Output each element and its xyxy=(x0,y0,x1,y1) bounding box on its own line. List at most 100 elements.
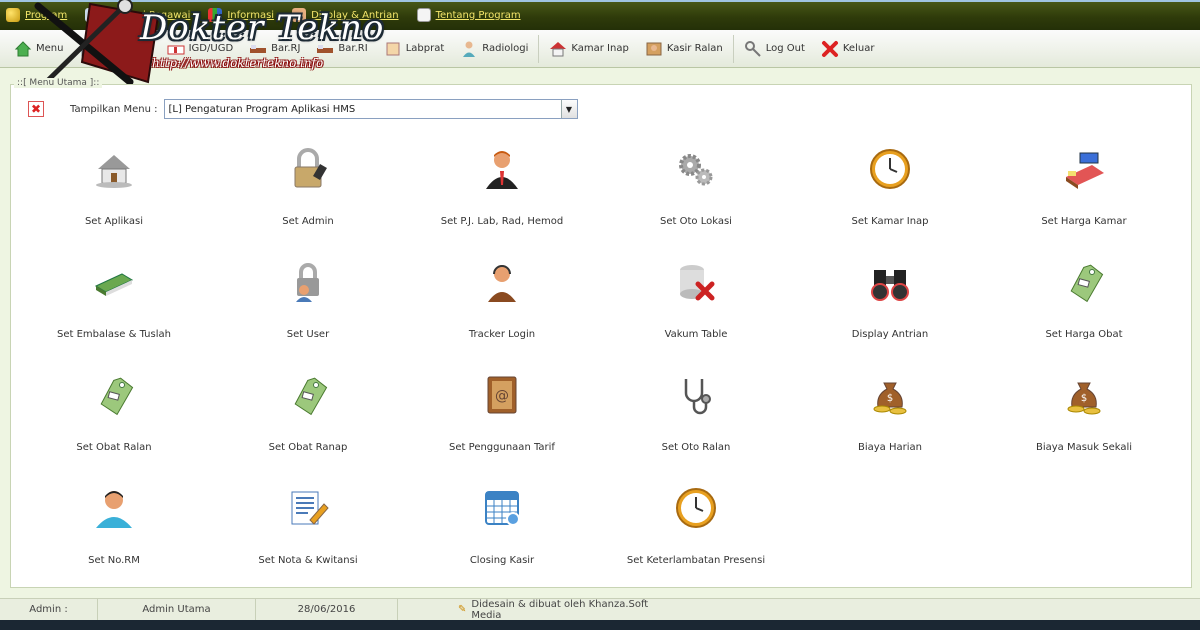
house-icon xyxy=(550,41,567,56)
toolbar-radiologi-button[interactable]: Radiologi xyxy=(452,34,536,64)
menu-item[interactable]: $ Biaya Masuk Sekali xyxy=(987,366,1181,479)
menu-item-label: Display Antrian xyxy=(851,329,929,340)
toolbar-separator xyxy=(538,34,540,63)
money-bag-icon: $ xyxy=(867,372,913,418)
menu-select-label: Tampilkan Menu : xyxy=(70,103,158,115)
menu-item-label: Set User xyxy=(286,329,330,340)
menu-item[interactable]: Set Keterlambatan Presensi xyxy=(599,479,793,592)
calendar-icon xyxy=(479,485,525,531)
binoculars-icon xyxy=(867,259,913,305)
clock-icon xyxy=(673,485,719,531)
bed-icon xyxy=(250,44,267,53)
toolbar-igd-label: IGD/UGD xyxy=(188,43,234,54)
toolbar-logout-button[interactable]: Log Out xyxy=(736,34,813,64)
menu-item-label: Set Penggunaan Tarif xyxy=(449,442,555,453)
menu-item[interactable]: Set Embalase & Tuslah xyxy=(17,253,211,366)
toolbar-bari-button[interactable]: Bar.RI xyxy=(308,34,375,64)
money-bag-icon: $ xyxy=(1061,372,1107,418)
money-icon xyxy=(91,259,137,305)
menu-item-label: Set Oto Lokasi xyxy=(660,216,732,227)
menu-tentang[interactable]: Tentang Program xyxy=(416,8,521,22)
operator-icon xyxy=(479,259,525,305)
toolbar-labprat-label: Labprat xyxy=(405,43,445,54)
menu-item[interactable]: Set User xyxy=(211,253,405,366)
menu-item-label: Tracker Login xyxy=(468,329,536,340)
menu-informasi-label: Informasi xyxy=(227,9,275,21)
toolbar-bari-label: Bar.RI xyxy=(338,43,368,54)
group-icon xyxy=(292,8,307,22)
menu-item[interactable]: Display Antrian xyxy=(793,253,987,366)
toolbar-kamar-inap-label: Kamar Inap xyxy=(571,43,629,54)
toolbar-kamar-inap-button[interactable]: Kamar Inap xyxy=(541,34,636,64)
menu-item[interactable]: Set Obat Ralan xyxy=(17,366,211,479)
toolbar-kasir-ralan-label: Kasir Ralan xyxy=(666,43,723,54)
price-tag-icon xyxy=(91,372,137,418)
close-x-icon: ✖ xyxy=(30,102,42,116)
gears-icon xyxy=(673,146,719,192)
menu-item[interactable]: Set Oto Ralan xyxy=(599,366,793,479)
toolbar-barj-label: Bar.RJ xyxy=(271,43,301,54)
toolbar-menu-label: Menu xyxy=(36,43,64,54)
svg-text:@: @ xyxy=(495,388,509,404)
toolbar-igd-button[interactable]: IGD/UGD xyxy=(159,34,242,64)
register-icon xyxy=(81,41,95,56)
user-icon xyxy=(91,485,137,531)
menu-item[interactable]: Set Aplikasi xyxy=(17,140,211,253)
toolbar-labprat-button[interactable]: Labprat xyxy=(376,34,453,64)
status-date: 28/06/2016 xyxy=(256,598,398,621)
menu-item-label: Set Keterlambatan Presensi xyxy=(626,555,766,566)
menu-item-label: Set Oto Ralan xyxy=(661,442,731,453)
menu-select-dropdown[interactable]: [L] Pengaturan Program Aplikasi HMS ▼ xyxy=(163,99,578,119)
menu-display-antrian[interactable]: Display & Antrian xyxy=(292,8,399,22)
menu-item-label: Set Obat Ralan xyxy=(76,442,152,453)
pencil-icon: ✎ xyxy=(458,604,467,615)
menu-item[interactable]: Set Kamar Inap xyxy=(793,140,987,253)
menu-informasi[interactable]: Informasi xyxy=(208,8,274,22)
lab-icon xyxy=(386,42,400,55)
menu-item-label: Set Aplikasi xyxy=(84,216,144,227)
menu-presensi[interactable]: Presensi Pegawai xyxy=(85,8,190,22)
toolbar-kasir-ralan-button[interactable]: Kasir Ralan xyxy=(637,34,731,64)
toolbar-logout-label: Log Out xyxy=(765,43,805,54)
toolbar-barj-button[interactable]: Bar.RJ xyxy=(241,34,308,64)
chevron-down-icon[interactable]: ▼ xyxy=(560,100,577,118)
clock-icon xyxy=(867,146,913,192)
menu-item[interactable]: $ Biaya Harian xyxy=(793,366,987,479)
menu-item[interactable]: Closing Kasir xyxy=(405,479,599,592)
close-panel-button[interactable]: ✖ xyxy=(28,101,44,117)
price-tag-icon xyxy=(285,372,331,418)
toolbar-keluar-button[interactable]: Keluar xyxy=(813,34,883,64)
menu-item[interactable]: Set Admin xyxy=(211,140,405,253)
toolbar-registrasi-button[interactable]: Registrasi xyxy=(71,34,158,64)
toolbar: Menu Registrasi IGD/UGD Bar.RJ Bar.RI La… xyxy=(0,30,1200,68)
svg-text:$: $ xyxy=(1081,393,1087,404)
user-lock-icon xyxy=(285,259,331,305)
menu-item[interactable]: Set Nota & Kwitansi xyxy=(211,479,405,592)
menu-item[interactable]: @ Set Penggunaan Tarif xyxy=(405,366,599,479)
menu-item[interactable]: Set Oto Lokasi xyxy=(599,140,793,253)
padlock-icon xyxy=(285,146,331,192)
menu-item[interactable]: Set Harga Kamar xyxy=(987,140,1181,253)
menu-item[interactable]: Tracker Login xyxy=(405,253,599,366)
menu-item-label: Vakum Table xyxy=(664,329,728,340)
ambulance-icon xyxy=(167,45,185,54)
close-icon xyxy=(821,40,838,57)
toolbar-keluar-label: Keluar xyxy=(842,43,875,54)
menu-item-label: Set Nota & Kwitansi xyxy=(258,555,358,566)
menu-item[interactable]: Set P.J. Lab, Rad, Hemod xyxy=(405,140,599,253)
menu-program[interactable]: Program xyxy=(6,8,67,22)
toolbar-registrasi-label: Registrasi xyxy=(101,43,151,54)
window-top-edge xyxy=(0,0,1200,2)
menu-item[interactable]: Set No.RM xyxy=(17,479,211,592)
menu-item[interactable]: Set Harga Obat xyxy=(987,253,1181,366)
house-icon xyxy=(91,146,137,192)
status-credit: ✎ Didesain & dibuat oleh Khanza.Soft Med… xyxy=(398,599,678,621)
panel-title: ::[ Menu Utama ]:: xyxy=(14,78,103,88)
status-user-label: Admin : xyxy=(0,598,98,621)
toolbar-menu-button[interactable]: Menu xyxy=(6,34,71,64)
toolbar-radiologi-label: Radiologi xyxy=(482,43,529,54)
menu-item[interactable]: Set Obat Ranap xyxy=(211,366,405,479)
menu-item[interactable]: Vakum Table xyxy=(599,253,793,366)
menu-item-label: Set Kamar Inap xyxy=(851,216,929,227)
menu-display-antrian-label: Display & Antrian xyxy=(311,9,399,21)
